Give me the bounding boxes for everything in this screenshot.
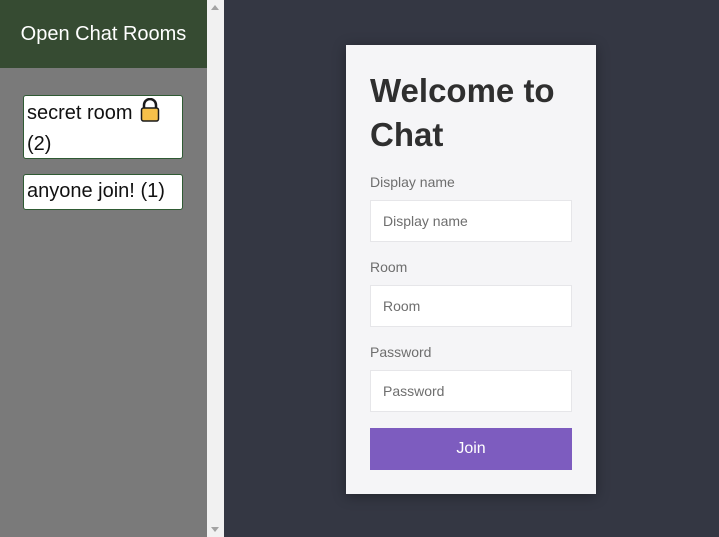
room-item-secret-room[interactable]: secret room (2) xyxy=(23,95,183,159)
room-name: secret room xyxy=(27,102,133,124)
lock-icon xyxy=(140,97,160,130)
room-item-anyone-join[interactable]: anyone join! (1) xyxy=(23,174,183,210)
join-form-card: Welcome to Chat Display name Room Passwo… xyxy=(346,45,596,494)
password-label: Password xyxy=(370,344,432,360)
form-title: Welcome to Chat xyxy=(370,72,555,153)
sidebar-title: Open Chat Rooms xyxy=(20,22,187,45)
display-name-label: Display name xyxy=(370,174,455,190)
room-input[interactable] xyxy=(370,285,572,327)
room-label: Room xyxy=(370,259,408,275)
join-button[interactable]: Join xyxy=(370,428,572,470)
scroll-up-icon[interactable] xyxy=(211,5,219,10)
sidebar-header: Open Chat Rooms xyxy=(0,0,207,68)
room-user-count: (1) xyxy=(140,180,165,202)
display-name-input[interactable] xyxy=(370,200,572,242)
password-input[interactable] xyxy=(370,370,572,412)
room-name: anyone join! xyxy=(27,180,135,202)
sidebar-scrollbar[interactable] xyxy=(207,0,224,537)
sidebar: Open Chat Rooms secret room (2) anyone j… xyxy=(0,0,207,537)
room-user-count: (2) xyxy=(27,133,52,155)
scroll-down-icon[interactable] xyxy=(211,527,219,532)
